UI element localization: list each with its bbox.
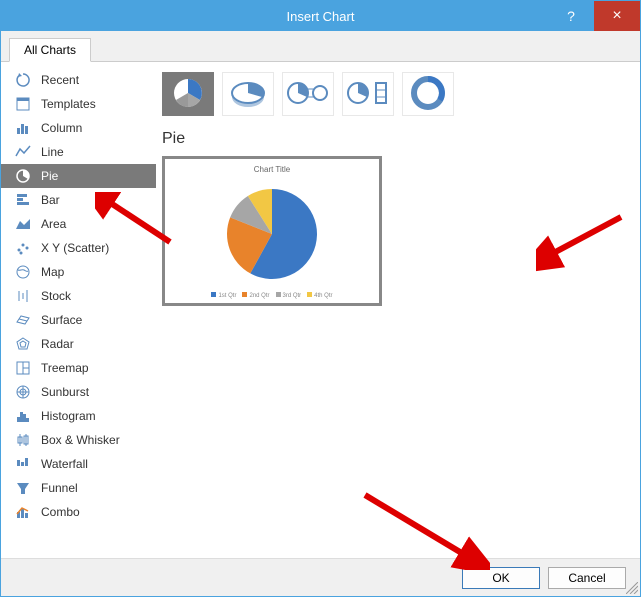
map-icon (15, 264, 31, 280)
line-icon (15, 144, 31, 160)
surface-icon (15, 312, 31, 328)
preview-chart-title: Chart Title (254, 165, 290, 174)
scatter-icon (15, 240, 31, 256)
doughnut-icon (410, 75, 446, 114)
cancel-button[interactable]: Cancel (548, 567, 626, 589)
sidebar-item-label: Histogram (41, 409, 96, 423)
recent-icon (15, 72, 31, 88)
pie-icon (15, 168, 31, 184)
subtype-pie-3d[interactable] (222, 72, 274, 116)
sidebar-item-waterfall[interactable]: Waterfall (1, 452, 156, 476)
bar-of-pie-icon (346, 75, 390, 114)
legend-item: 2nd Qtr (242, 292, 269, 299)
radar-icon (15, 336, 31, 352)
sidebar-item-label: Box & Whisker (41, 433, 120, 447)
sidebar-item-label: Map (41, 265, 64, 279)
sidebar-item-x-y-scatter-[interactable]: X Y (Scatter) (1, 236, 156, 260)
waterfall-icon (15, 456, 31, 472)
sidebar-item-label: Pie (41, 169, 58, 183)
sidebar-item-treemap[interactable]: Treemap (1, 356, 156, 380)
sidebar-item-label: Surface (41, 313, 82, 327)
sidebar-item-recent[interactable]: Recent (1, 68, 156, 92)
area-icon (15, 216, 31, 232)
sidebar-item-label: X Y (Scatter) (41, 241, 109, 255)
window-title: Insert Chart (287, 9, 355, 24)
tab-strip: All Charts (1, 31, 640, 62)
sidebar-item-map[interactable]: Map (1, 260, 156, 284)
sidebar-item-area[interactable]: Area (1, 212, 156, 236)
sidebar-item-label: Waterfall (41, 457, 88, 471)
titlebar: Insert Chart ? × (1, 1, 640, 31)
pie-of-pie-icon (286, 75, 330, 114)
sidebar-item-radar[interactable]: Radar (1, 332, 156, 356)
sidebar-item-histogram[interactable]: Histogram (1, 404, 156, 428)
bar-icon (15, 192, 31, 208)
sidebar-item-label: Column (41, 121, 82, 135)
sidebar-item-label: Area (41, 217, 66, 231)
sidebar-item-funnel[interactable]: Funnel (1, 476, 156, 500)
sidebar-item-label: Sunburst (41, 385, 89, 399)
help-button[interactable]: ? (548, 1, 594, 31)
sidebar-item-templates[interactable]: Templates (1, 92, 156, 116)
column-icon (15, 120, 31, 136)
sidebar-item-label: Templates (41, 97, 96, 111)
funnel-icon (15, 480, 31, 496)
close-button[interactable]: × (594, 1, 640, 31)
legend-item: 4th Qtr (307, 292, 332, 299)
main-panel: Pie Chart Title 1st Qtr 2nd Qtr 3rd Qtr 4th… (156, 62, 640, 558)
sidebar-item-label: Stock (41, 289, 71, 303)
subtype-row (162, 72, 626, 116)
subtype-doughnut[interactable] (402, 72, 454, 116)
ok-button[interactable]: OK (462, 567, 540, 589)
subtype-bar-of-pie[interactable] (342, 72, 394, 116)
sidebar-item-pie[interactable]: Pie (1, 164, 156, 188)
sidebar-item-label: Recent (41, 73, 79, 87)
sidebar-item-label: Bar (41, 193, 60, 207)
sidebar-item-line[interactable]: Line (1, 140, 156, 164)
treemap-icon (15, 360, 31, 376)
sidebar-item-combo[interactable]: Combo (1, 500, 156, 524)
histogram-icon (15, 408, 31, 424)
combo-icon (15, 504, 31, 520)
pie-2d-icon (170, 75, 206, 114)
sidebar-item-column[interactable]: Column (1, 116, 156, 140)
legend-item: 1st Qtr (211, 292, 236, 299)
tab-all-charts[interactable]: All Charts (9, 38, 91, 62)
chart-preview[interactable]: Chart Title 1st Qtr 2nd Qtr 3rd Qtr 4th Qtr (162, 156, 382, 306)
sidebar-item-label: Radar (41, 337, 74, 351)
sidebar-item-stock[interactable]: Stock (1, 284, 156, 308)
annotation-arrow (536, 212, 626, 272)
sidebar-item-surface[interactable]: Surface (1, 308, 156, 332)
sidebar-item-label: Treemap (41, 361, 89, 375)
sidebar-item-label: Funnel (41, 481, 78, 495)
close-icon: × (612, 7, 621, 25)
sidebar-item-bar[interactable]: Bar (1, 188, 156, 212)
preview-legend: 1st Qtr 2nd Qtr 3rd Qtr 4th Qtr (211, 292, 332, 299)
sidebar-item-sunburst[interactable]: Sunburst (1, 380, 156, 404)
templates-icon (15, 96, 31, 112)
chart-type-sidebar: Recent Templates Column Line Pie Bar Area X Y (… (1, 62, 156, 558)
pie-3d-icon (228, 75, 268, 114)
legend-item: 3rd Qtr (276, 292, 302, 299)
boxwhisker-icon (15, 432, 31, 448)
dialog-footer: OK Cancel (1, 558, 640, 596)
help-icon: ? (567, 8, 575, 24)
resize-grip-icon[interactable] (626, 582, 638, 594)
sidebar-item-box-whisker[interactable]: Box & Whisker (1, 428, 156, 452)
subtype-pie-2d[interactable] (162, 72, 214, 116)
stock-icon (15, 288, 31, 304)
subtype-title: Pie (162, 130, 626, 148)
sidebar-item-label: Combo (41, 505, 80, 519)
preview-pie-icon (217, 176, 327, 292)
sunburst-icon (15, 384, 31, 400)
subtype-pie-of-pie[interactable] (282, 72, 334, 116)
sidebar-item-label: Line (41, 145, 64, 159)
